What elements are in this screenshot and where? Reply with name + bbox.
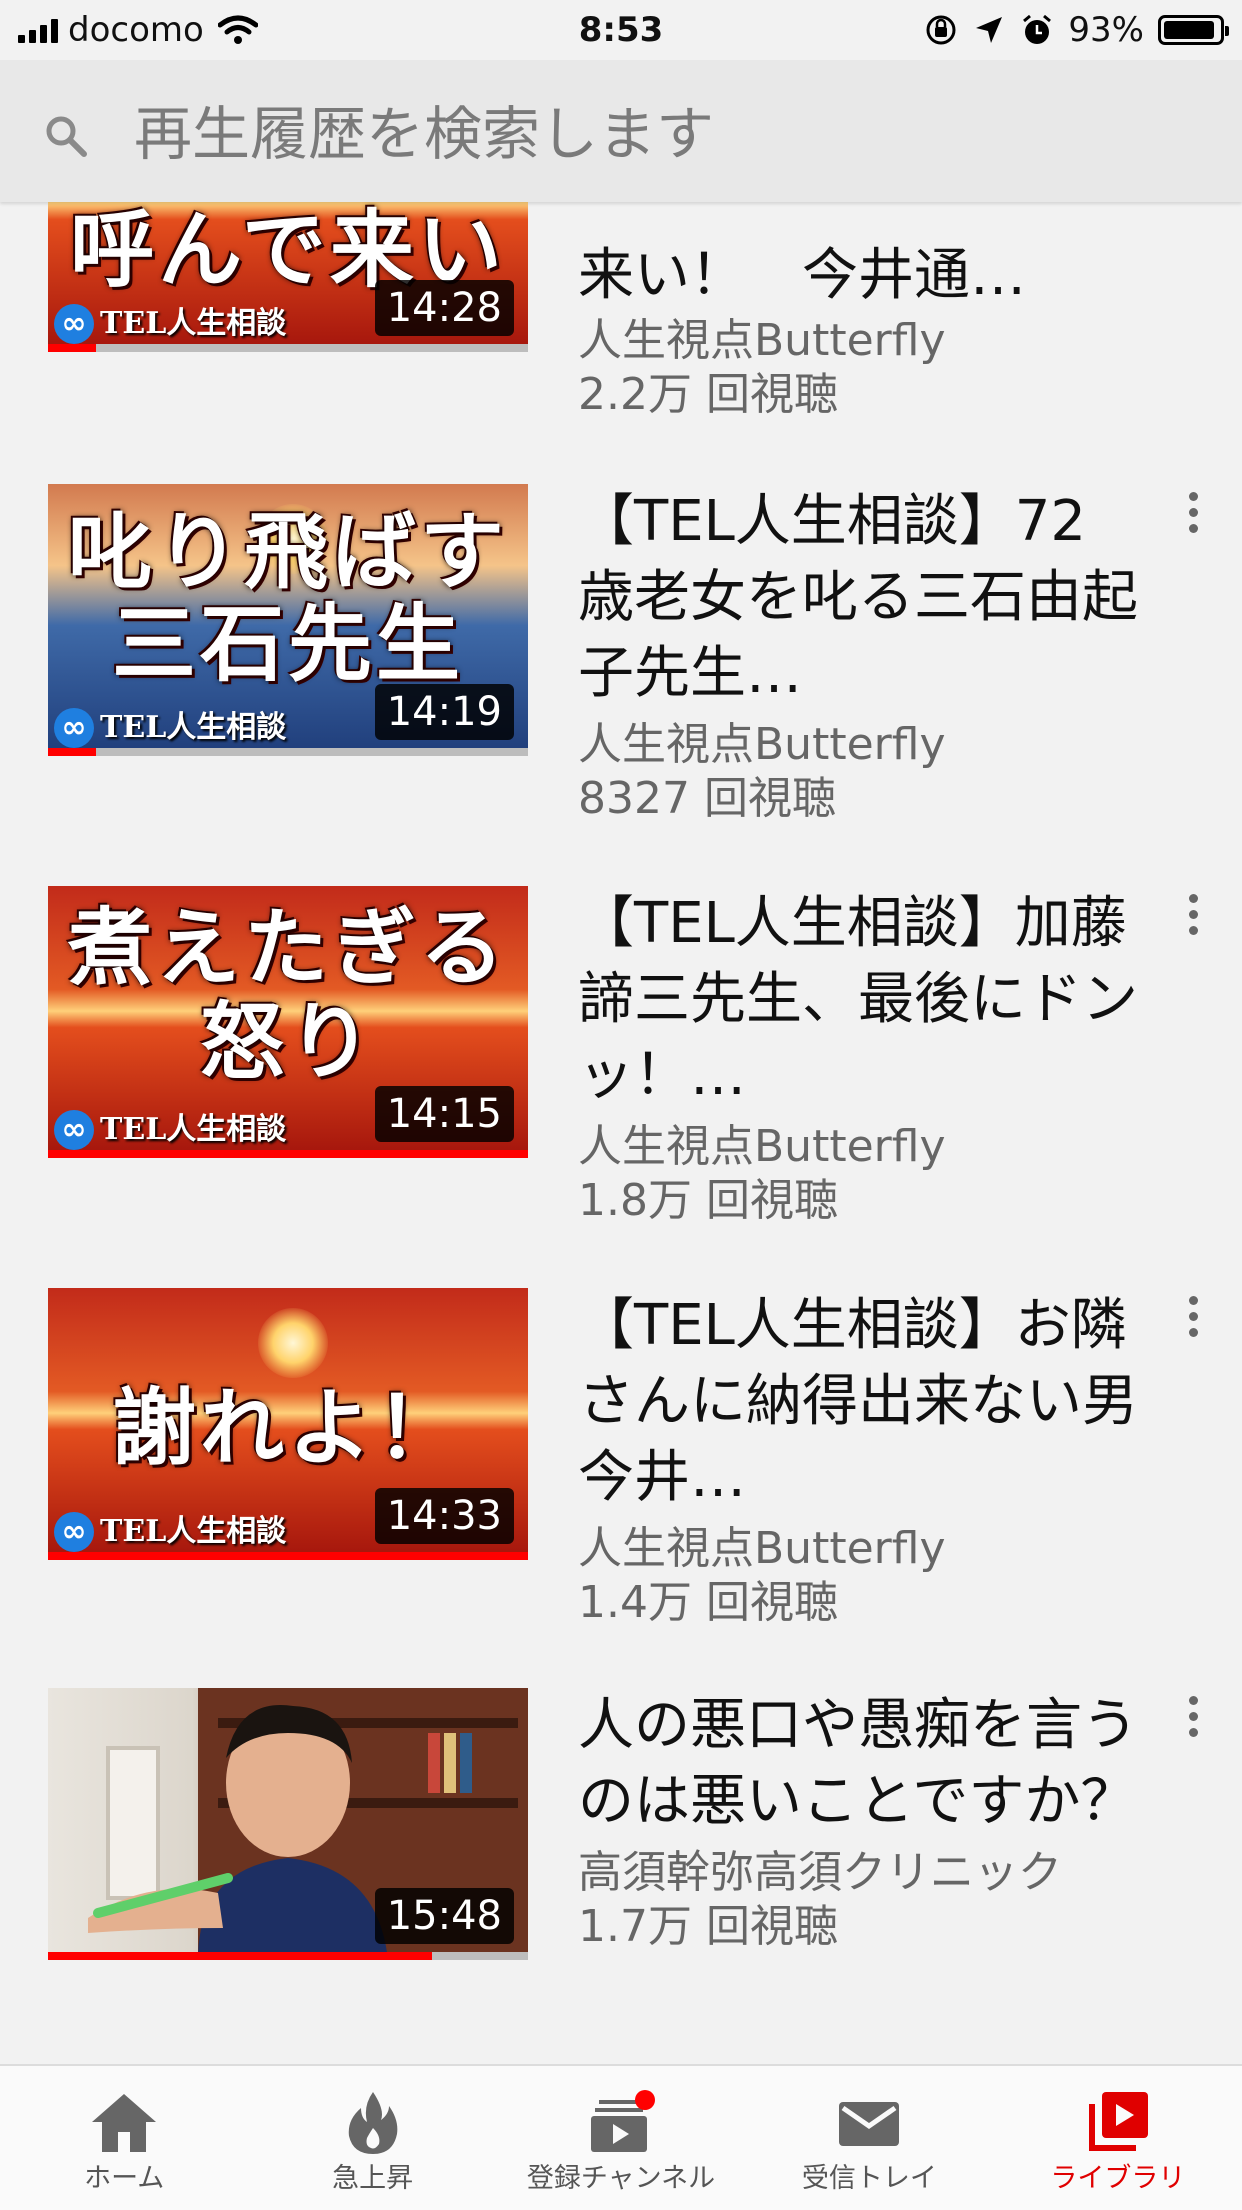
- thumbnail-caption: 煮えたぎる: [67, 899, 508, 997]
- duration-badge: 15:48: [374, 1888, 514, 1944]
- duration-badge: 14:33: [374, 1488, 514, 1544]
- channel-name: 人生視点Butterfly: [578, 1121, 946, 1172]
- video-thumbnail[interactable]: 15:48: [48, 1688, 528, 1960]
- channel-name: 人生視点Butterfly: [578, 1523, 946, 1574]
- nav-item-trending[interactable]: 急上昇: [248, 2066, 496, 2210]
- battery-percent: 93%: [1068, 10, 1144, 50]
- duration-badge: 14:15: [374, 1086, 514, 1142]
- infinity-icon: ∞: [54, 1110, 94, 1150]
- search-icon: [46, 116, 87, 157]
- channel-name: 人生視点Butterfly: [578, 719, 946, 770]
- more-options-icon[interactable]: [1178, 1296, 1208, 1342]
- video-title[interactable]: 【TEL人生相談】お隣さんに納得出来ない男 今井…: [578, 1288, 1194, 1516]
- location-arrow-icon: [976, 17, 1003, 43]
- fire-icon: [348, 2092, 397, 2154]
- thumbnail-channel-badge: ∞ TEL人生相談: [54, 1110, 286, 1150]
- video-title[interactable]: 【TEL人生相談】72歳老女を叱る三石由起子先生…: [578, 484, 1138, 712]
- more-options-icon[interactable]: [1178, 1696, 1208, 1742]
- mail-icon: [839, 2102, 900, 2146]
- video-title[interactable]: 【TEL人生相談】加藤諦三先生、最後にドンッ！…: [578, 886, 1138, 1114]
- view-count: 8327 回視聴: [578, 773, 836, 824]
- home-icon: [92, 2094, 157, 2152]
- view-count: 1.7万 回視聴: [578, 1901, 838, 1952]
- watch-progress-bar: [48, 344, 528, 352]
- view-count: 2.2万 回視聴: [578, 369, 838, 420]
- video-item[interactable]: 叱り飛ばす 三石先生 ∞ TEL人生相談 14:19 【TEL人生相談】72歳老…: [0, 484, 1242, 824]
- channel-name: 高須幹弥高須クリニック: [578, 1847, 1062, 1898]
- watch-progress-bar: [48, 748, 528, 756]
- nav-label: 急上昇: [332, 2163, 414, 2194]
- nav-label: 登録チャンネル: [526, 2163, 716, 2194]
- duration-badge: 14:28: [374, 280, 514, 336]
- nav-label: ライブラリ: [1050, 2163, 1186, 2194]
- watch-progress-bar: [48, 1952, 528, 1960]
- infinity-icon: ∞: [54, 304, 94, 344]
- alarm-icon: [1023, 14, 1052, 44]
- view-count: 1.4万 回視聴: [578, 1577, 838, 1628]
- watch-progress-bar: [48, 1150, 528, 1158]
- video-thumbnail[interactable]: 叱り飛ばす 三石先生 ∞ TEL人生相談 14:19: [48, 484, 528, 756]
- thumbnail-caption: 叱り飛ばす: [67, 503, 508, 601]
- video-item[interactable]: 15:48 人の悪口や愚痴を言うのは悪いことですか？ 高須幹弥高須クリニック 1…: [0, 1688, 1242, 1988]
- video-item[interactable]: 煮えたぎる 怒り ∞ TEL人生相談 14:15 【TEL人生相談】加藤諦三先生…: [0, 886, 1242, 1226]
- bottom-navigation: ホーム 急上昇 登録チャンネル 受信トレイ ライブラリ: [0, 2064, 1242, 2210]
- search-input[interactable]: [132, 98, 1196, 170]
- thumbnail-caption: 謝れよ！: [111, 1379, 464, 1477]
- watch-progress-bar: [48, 1552, 528, 1560]
- thumbnail-channel-badge: ∞ TEL人生相談: [54, 708, 286, 748]
- nav-item-home[interactable]: ホーム: [0, 2066, 248, 2210]
- video-thumbnail[interactable]: 煮えたぎる 怒り ∞ TEL人生相談 14:15: [48, 886, 528, 1158]
- thumbnail-channel-badge: ∞ TEL人生相談: [54, 304, 286, 344]
- infinity-icon: ∞: [54, 1512, 94, 1552]
- duration-badge: 14:19: [374, 684, 514, 740]
- nav-label: ホーム: [84, 2163, 165, 2194]
- video-title[interactable]: 人の悪口や愚痴を言うのは悪いことですか？: [578, 1688, 1138, 1840]
- orientation-lock-icon: [926, 15, 956, 45]
- notification-dot: [635, 2090, 656, 2110]
- thumbnail-caption: 怒り: [199, 993, 376, 1091]
- nav-label: 受信トレイ: [801, 2163, 937, 2194]
- nav-item-library[interactable]: ライブラリ: [994, 2066, 1242, 2210]
- video-thumbnail[interactable]: 謝れよ！ ∞ TEL人生相談 14:33: [48, 1288, 528, 1560]
- status-bar: docomo 8:53 93%: [0, 0, 1242, 60]
- infinity-icon: ∞: [54, 708, 94, 748]
- nav-item-subscriptions[interactable]: 登録チャンネル: [497, 2066, 745, 2210]
- video-title[interactable]: 来い！ 今井通…: [578, 238, 1138, 314]
- thumbnail-channel-badge: ∞ TEL人生相談: [54, 1512, 286, 1552]
- more-options-icon[interactable]: [1178, 492, 1208, 538]
- subscriptions-icon: [591, 2090, 656, 2152]
- thumbnail-sun: [258, 1308, 328, 1378]
- nav-item-inbox[interactable]: 受信トレイ: [745, 2066, 993, 2210]
- view-count: 1.8万 回視聴: [578, 1175, 838, 1226]
- video-item[interactable]: 謝れよ！ ∞ TEL人生相談 14:33 【TEL人生相談】お隣さんに納得出来な…: [0, 1288, 1242, 1628]
- channel-name: 人生視点Butterfly: [578, 315, 946, 366]
- more-options-icon[interactable]: [1178, 894, 1208, 940]
- search-bar: [0, 60, 1242, 202]
- battery-icon: [1158, 15, 1229, 45]
- library-icon: [1088, 2092, 1148, 2151]
- thumbnail-caption: 三石先生: [111, 595, 464, 693]
